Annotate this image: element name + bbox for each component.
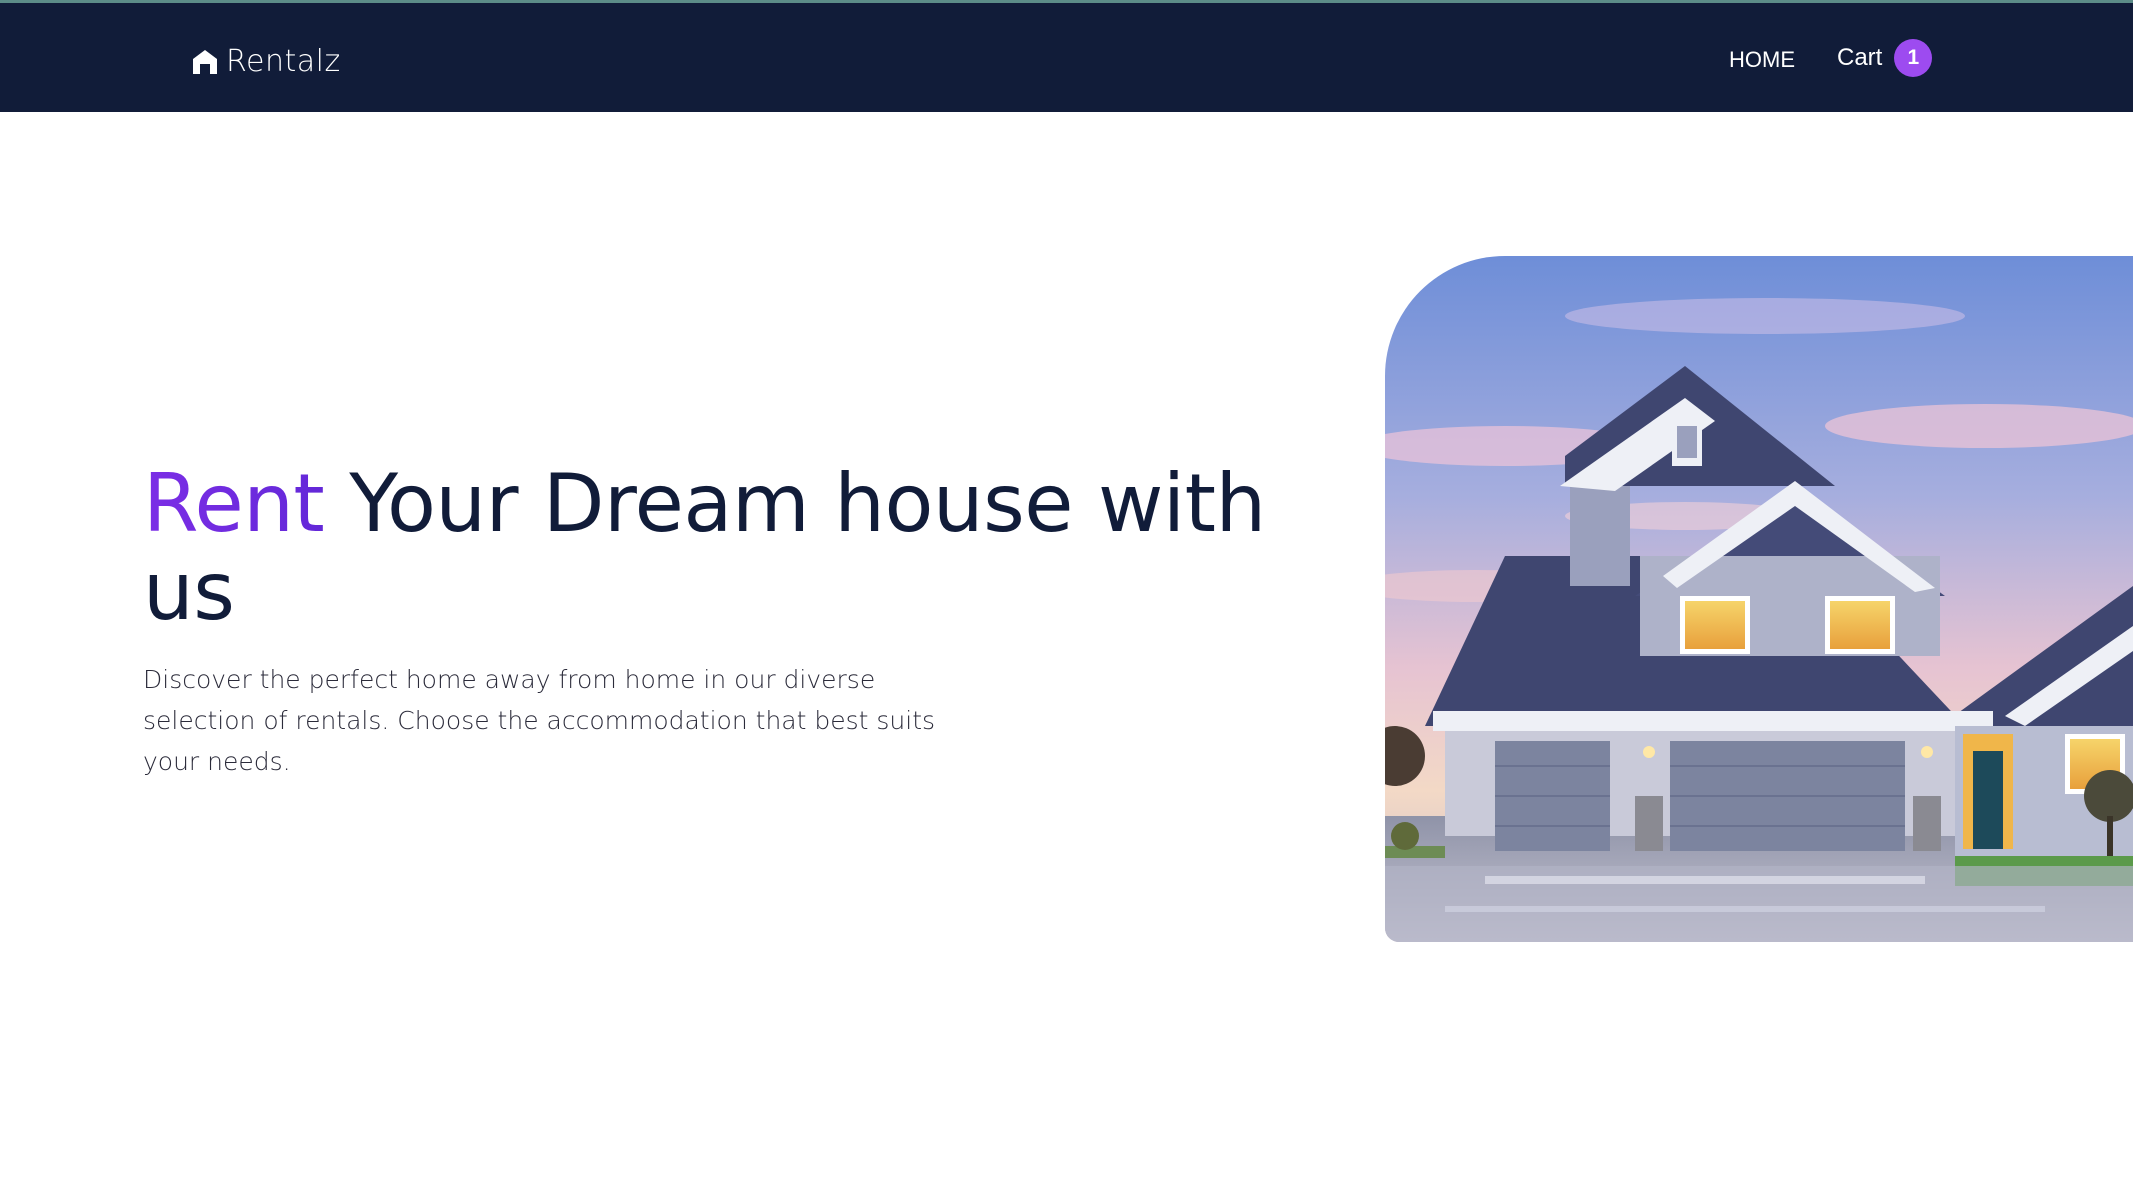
nav-home-link[interactable]: HOME xyxy=(1729,47,1795,73)
nav-cart-link[interactable]: Cart 1 xyxy=(1837,39,1933,77)
hero-title: Rent Your Dream house with us xyxy=(143,460,1343,636)
brand-name: Rentalz xyxy=(226,43,341,79)
navbar: Rentalz HOME Cart 1 xyxy=(0,3,2133,112)
cart-count-badge: 1 xyxy=(1894,39,1933,77)
hero-title-accent: Rent xyxy=(143,457,325,550)
house-icon xyxy=(191,47,219,75)
hero-house-image xyxy=(1385,256,2133,942)
brand-logo[interactable]: Rentalz xyxy=(191,41,341,81)
cart-label: Cart xyxy=(1837,44,1883,71)
hero-description: Discover the perfect home away from home… xyxy=(143,665,936,776)
